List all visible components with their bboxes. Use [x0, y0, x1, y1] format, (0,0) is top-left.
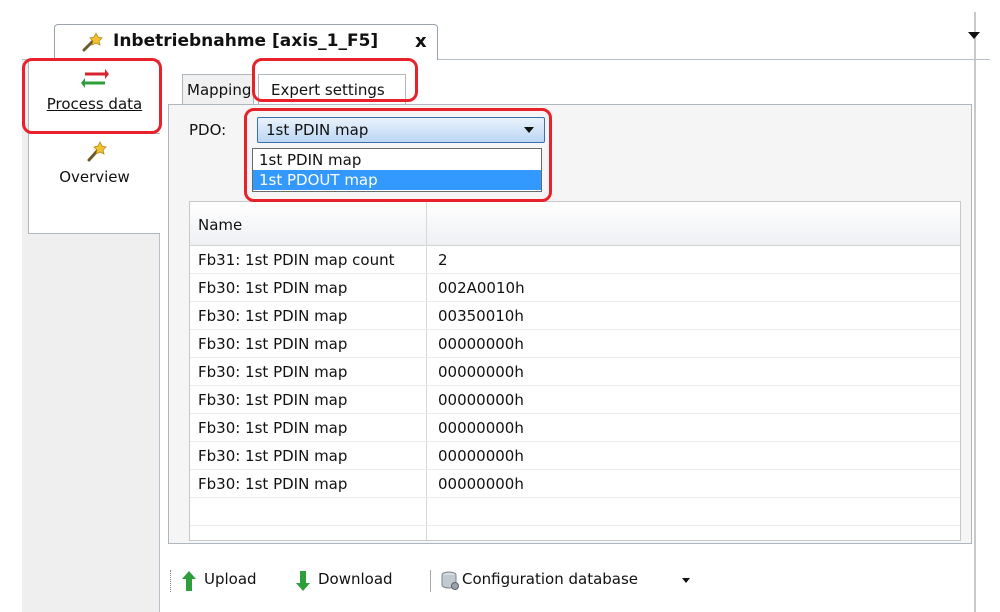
row-value: 00350010h: [438, 307, 524, 325]
row-name: Fb31: 1st PDIN map count: [198, 251, 395, 269]
tab-expert-settings[interactable]: Expert settings: [258, 74, 406, 106]
close-icon[interactable]: x: [415, 31, 427, 52]
row-value: 00000000h: [438, 363, 524, 381]
column-header-name[interactable]: Name: [198, 216, 242, 234]
row-name: Fb30: 1st PDIN map: [198, 475, 348, 493]
tab-overview-label: Overview: [59, 168, 130, 186]
table-row[interactable]: Fb30: 1st PDIN map 002A0010h: [190, 274, 960, 302]
row-name: Fb30: 1st PDIN map: [198, 391, 348, 409]
table-row[interactable]: Fb30: 1st PDIN map 00000000h: [190, 470, 960, 498]
tab-process-data[interactable]: Process data: [28, 60, 160, 134]
document-tab-title: Inbetriebnahme [axis_1_F5]: [113, 31, 379, 51]
table-row-empty: [190, 498, 960, 526]
row-value: 00000000h: [438, 335, 524, 353]
left-tab-pane: Process data Overview: [22, 60, 160, 612]
pdo-select[interactable]: 1st PDIN map: [257, 117, 545, 143]
main-panel: Mapping Expert settings PDO: 1st PDIN ma…: [160, 60, 972, 612]
configuration-database-label: Configuration database: [462, 570, 639, 588]
table-row[interactable]: Fb30: 1st PDIN map 00000000h: [190, 442, 960, 470]
chevron-down-icon: [682, 578, 690, 583]
row-name: Fb30: 1st PDIN map: [198, 419, 348, 437]
table-row[interactable]: Fb31: 1st PDIN map count 2: [190, 246, 960, 274]
arrow-up-icon: [182, 571, 196, 591]
row-value: 002A0010h: [438, 279, 525, 297]
arrow-down-icon: [296, 571, 310, 591]
parameter-table: Name Fb31: 1st PDIN map count 2 Fb30: 1s…: [189, 201, 961, 541]
document-tab-strip: Inbetriebnahme [axis_1_F5] x: [22, 22, 990, 61]
download-button[interactable]: Download: [296, 570, 420, 592]
row-value: 00000000h: [438, 419, 524, 437]
tab-mapping[interactable]: Mapping: [182, 74, 254, 106]
database-icon: [441, 571, 459, 590]
commissioning-window: Inbetriebnahme [axis_1_F5] x Process dat…: [0, 0, 1000, 612]
row-name: Fb30: 1st PDIN map: [198, 363, 348, 381]
row-name: Fb30: 1st PDIN map: [198, 447, 348, 465]
window-border: [974, 12, 976, 612]
tab-process-data-label: Process data: [46, 95, 143, 113]
row-value: 2: [438, 251, 448, 269]
row-value: 00000000h: [438, 447, 524, 465]
pdo-dropdown-list: 1st PDIN map 1st PDOUT map: [252, 148, 542, 192]
arrows-exchange-icon: [80, 69, 109, 88]
table-header: Name: [190, 202, 960, 246]
pdo-label: PDO:: [189, 121, 227, 139]
document-tab[interactable]: Inbetriebnahme [axis_1_F5] x: [54, 24, 438, 61]
bottom-toolbar: Upload Download Configuration database: [168, 560, 968, 600]
row-value: 00000000h: [438, 475, 524, 493]
chevron-down-icon[interactable]: [968, 32, 980, 39]
upload-label: Upload: [204, 570, 257, 588]
row-name: Fb30: 1st PDIN map: [198, 279, 348, 297]
tab-overview[interactable]: Overview: [28, 134, 160, 234]
row-value: 00000000h: [438, 391, 524, 409]
pdo-option-highlighted[interactable]: 1st PDOUT map: [253, 170, 541, 190]
chevron-down-icon: [524, 127, 534, 133]
toolbar-separator: [430, 570, 431, 592]
pdo-selected-value: 1st PDIN map: [266, 121, 369, 139]
configuration-database-button[interactable]: Configuration database: [440, 570, 700, 592]
toolbar-grip[interactable]: [170, 570, 172, 592]
wand-icon: [87, 141, 107, 162]
table-row[interactable]: Fb30: 1st PDIN map 00000000h: [190, 358, 960, 386]
row-name: Fb30: 1st PDIN map: [198, 307, 348, 325]
upload-button[interactable]: Upload: [182, 570, 280, 592]
download-label: Download: [318, 570, 393, 588]
wand-icon: [82, 32, 103, 52]
row-name: Fb30: 1st PDIN map: [198, 335, 348, 353]
table-row[interactable]: Fb30: 1st PDIN map 00000000h: [190, 330, 960, 358]
table-row[interactable]: Fb30: 1st PDIN map 00000000h: [190, 414, 960, 442]
table-row[interactable]: Fb30: 1st PDIN map 00350010h: [190, 302, 960, 330]
pdo-option[interactable]: 1st PDIN map: [253, 150, 541, 170]
table-row[interactable]: Fb30: 1st PDIN map 00000000h: [190, 386, 960, 414]
